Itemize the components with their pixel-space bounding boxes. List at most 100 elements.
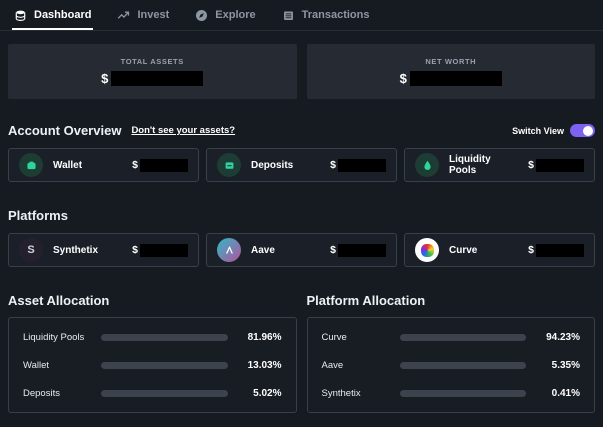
allocation-row: Synthetix 0.41% [322, 388, 581, 399]
tab-transactions[interactable]: Transactions [282, 0, 370, 30]
curve-card[interactable]: Curve $ [404, 233, 595, 267]
redacted-value [140, 158, 188, 172]
allocation-label: Deposits [23, 387, 60, 399]
synthetix-logo: S [19, 238, 43, 262]
curve-blob [420, 243, 434, 257]
account-name: Deposits [251, 159, 294, 171]
platform-allocation-column: Platform Allocation Curve 94.23% Aave 5.… [306, 293, 595, 413]
coins-icon [14, 9, 27, 22]
curve-logo [415, 238, 439, 262]
aave-card[interactable]: Aave $ [206, 233, 397, 267]
redacted-value [140, 243, 188, 257]
platform-value: $ [132, 243, 188, 257]
total-assets-card: TOTAL ASSETS $ [8, 44, 297, 99]
platform-value: $ [330, 243, 386, 257]
switch-view-label: Switch View [512, 125, 564, 136]
allocation-bar-track [101, 389, 228, 397]
tab-label: Explore [215, 9, 256, 21]
allocation-row: Curve 94.23% [322, 332, 581, 343]
allocation-bar-track [101, 333, 228, 341]
allocation-percent: 13.03% [247, 359, 282, 371]
redacted-value [338, 243, 386, 257]
dont-see-assets-link[interactable]: Don't see your assets? [131, 125, 235, 136]
allocation-label: Liquidity Pools [23, 331, 85, 343]
currency-symbol: $ [330, 244, 336, 256]
currency-symbol: $ [330, 159, 336, 171]
summary-row: TOTAL ASSETS $ NET WORTH $ [8, 44, 595, 99]
account-name: Wallet [53, 159, 83, 171]
platform-name: Synthetix [53, 244, 99, 256]
platform-cards-row: S Synthetix $ Aave $ Curve $ [8, 233, 595, 267]
trending-up-icon [117, 9, 130, 22]
net-worth-card: NET WORTH $ [306, 44, 595, 99]
allocation-percent: 5.02% [253, 387, 282, 399]
list-icon [282, 9, 295, 22]
deposits-card[interactable]: Deposits $ [206, 148, 397, 182]
total-assets-value: $ [101, 71, 204, 86]
top-nav: Dashboard Invest Explore Transactions [0, 0, 603, 31]
account-overview-title: Account Overview [8, 123, 122, 138]
redacted-value [536, 158, 584, 172]
platform-name: Curve [449, 244, 478, 256]
aave-logo [217, 238, 241, 262]
platform-value: $ [528, 243, 584, 257]
asset-allocation-column: Asset Allocation Liquidity Pools 81.96% … [8, 293, 297, 413]
droplet-icon [415, 153, 439, 177]
account-value: $ [132, 158, 188, 172]
currency-symbol: $ [399, 71, 407, 86]
account-overview-header: Account Overview Don't see your assets? … [8, 123, 595, 138]
allocation-label: Wallet [23, 359, 50, 371]
platform-allocation-card: Curve 94.23% Aave 5.35% Synthetix 0.41% [306, 317, 595, 413]
currency-symbol: $ [132, 159, 138, 171]
currency-symbol: $ [132, 244, 138, 256]
tab-label: Transactions [301, 9, 370, 21]
tab-invest[interactable]: Invest [117, 0, 169, 30]
currency-symbol: $ [528, 244, 534, 256]
switch-view-toggle[interactable] [570, 124, 595, 137]
account-name: Liquidity Pools [449, 154, 491, 176]
synthetix-card[interactable]: S Synthetix $ [8, 233, 199, 267]
platform-name: Aave [251, 244, 275, 256]
switch-view-control: Switch View [512, 124, 595, 137]
allocation-label: Synthetix [321, 387, 361, 399]
wallet-card[interactable]: Wallet $ [8, 148, 199, 182]
allocation-bar-track [399, 333, 526, 341]
allocation-percent: 81.96% [247, 331, 282, 343]
synthetix-letter: S [27, 244, 35, 256]
net-worth-value: $ [400, 71, 502, 86]
asset-allocation-title: Asset Allocation [8, 293, 110, 308]
allocation-label: Curve [321, 331, 347, 343]
total-assets-label: TOTAL ASSETS [120, 57, 184, 66]
net-worth-label: NET WORTH [425, 57, 477, 66]
account-value: $ [528, 158, 584, 172]
allocation-label: Aave [321, 359, 344, 371]
account-cards-row: Wallet $ Deposits $ Liquidity Pools $ [8, 148, 595, 182]
allocation-row: Wallet 13.03% [23, 360, 282, 371]
liquidity-pools-card[interactable]: Liquidity Pools $ [404, 148, 595, 182]
allocation-row: Liquidity Pools 81.96% [23, 332, 282, 343]
allocation-percent: 0.41% [551, 387, 580, 399]
redacted-value [111, 71, 204, 86]
compass-icon [195, 9, 208, 22]
allocation-row: Deposits 5.02% [23, 388, 282, 399]
asset-allocation-card: Liquidity Pools 81.96% Wallet 13.03% Dep… [8, 317, 297, 413]
redacted-value [536, 243, 584, 257]
redacted-value [409, 71, 502, 86]
account-value: $ [330, 158, 386, 172]
platforms-title: Platforms [8, 208, 68, 223]
allocation-bar-track [399, 389, 526, 397]
allocation-row: Aave 5.35% [322, 360, 581, 371]
wallet-icon [19, 153, 43, 177]
currency-symbol: $ [101, 71, 109, 86]
main-content: TOTAL ASSETS $ NET WORTH $ Account Overv… [0, 31, 603, 413]
allocation-percent: 5.35% [551, 359, 580, 371]
allocations-section: Asset Allocation Liquidity Pools 81.96% … [8, 293, 595, 413]
tab-label: Dashboard [34, 9, 92, 21]
allocation-bar-track [399, 361, 526, 369]
tab-dashboard[interactable]: Dashboard [11, 0, 94, 30]
allocation-percent: 94.23% [546, 331, 580, 343]
tab-explore[interactable]: Explore [195, 0, 256, 30]
tab-label: Invest [137, 9, 170, 21]
platform-allocation-title: Platform Allocation [306, 293, 426, 308]
deposit-box-icon [217, 153, 241, 177]
